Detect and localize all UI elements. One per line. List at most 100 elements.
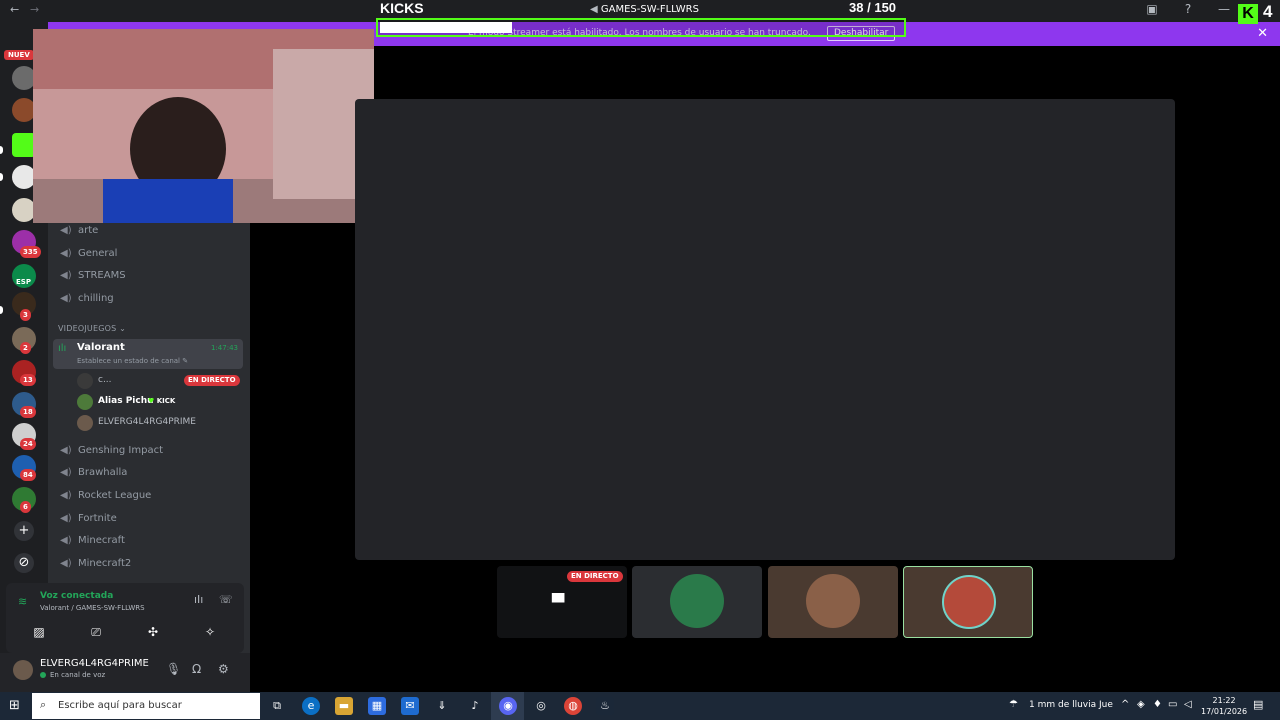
kicks-progress-fill xyxy=(380,22,512,33)
download-icon[interactable]: ⇓ xyxy=(433,697,451,715)
help-icon[interactable]: ? xyxy=(1180,2,1196,16)
voice-user[interactable]: c... EN DIRECTO xyxy=(77,372,242,390)
close-banner-icon[interactable]: ✕ xyxy=(1257,26,1268,41)
minimize-button[interactable]: — xyxy=(1216,2,1232,16)
task-view-icon[interactable]: ⧉ xyxy=(268,697,286,715)
disconnect-icon[interactable]: ☏ xyxy=(219,593,233,606)
voice-user[interactable]: ELVERG4L4RG4PRIME xyxy=(77,414,242,432)
kicks-label: KICKS xyxy=(380,0,424,16)
speaker-icon: ◀) xyxy=(60,225,72,236)
voice-channel[interactable]: ◀) STREAMS xyxy=(58,266,242,286)
voice-channel[interactable]: ◀) chilling xyxy=(58,289,242,309)
username: ELVERG4L4RG4PRIME xyxy=(40,658,149,669)
speaker-icon: ◀) xyxy=(60,270,72,281)
user-panel: ELVERG4L4RG4PRIME En canal de voz 🎙 Ω ⚙ xyxy=(0,653,250,692)
voice-channel[interactable]: ◀) Brawhalla xyxy=(58,463,242,483)
discord-icon[interactable]: ◉ xyxy=(499,697,517,715)
add-server-icon[interactable]: + xyxy=(14,521,34,541)
speaker-icon: ◀) xyxy=(60,535,72,546)
mic-tray-icon[interactable]: ♦ xyxy=(1153,699,1162,710)
windows-start-icon[interactable]: ⊞ xyxy=(9,698,20,713)
participant-tile-speaking[interactable] xyxy=(903,566,1033,638)
notification-icon[interactable]: ▤ xyxy=(1253,698,1263,711)
unread-badge: 13 xyxy=(20,374,36,386)
voice-channel[interactable]: ◀) General xyxy=(58,244,242,264)
signal-icon[interactable]: ≋ xyxy=(18,595,27,608)
monitor-icon: ▀ xyxy=(552,593,565,612)
live-badge: EN DIRECTO xyxy=(184,375,240,386)
mail-icon[interactable]: ✉ xyxy=(401,697,419,715)
soundboard-icon[interactable]: ✧ xyxy=(185,621,235,643)
activities-icon[interactable]: ✣ xyxy=(128,621,178,643)
webcam-feed xyxy=(33,29,374,223)
microphone-icon[interactable]: 🎙 xyxy=(166,662,181,676)
weather-text[interactable]: 1 mm de lluvia Jue xyxy=(1029,700,1113,710)
tray-app-icon[interactable]: ◈ xyxy=(1137,699,1145,710)
back-arrow-icon[interactable]: ← xyxy=(10,3,19,16)
camera-off-icon[interactable]: ▨ xyxy=(14,621,64,643)
weather-icon[interactable]: ☂ xyxy=(1009,699,1018,710)
taskbar-search[interactable]: ⌕ Escribe aquí para buscar xyxy=(32,693,260,719)
unread-badge: 3 xyxy=(20,309,31,321)
network-icon[interactable]: ▭ xyxy=(1168,699,1177,710)
forward-arrow-icon[interactable]: → xyxy=(30,3,39,16)
settings-gear-icon[interactable]: ⚙ xyxy=(218,662,229,676)
screen-share-tile[interactable]: EN DIRECTO ▀ xyxy=(497,566,627,638)
edge-icon[interactable]: e xyxy=(302,697,320,715)
voice-connected-panel: ≋ Voz conectada Valorant / GAMES-SW-FLLW… xyxy=(6,583,244,653)
category-header[interactable]: VIDEOJUEGOS ⌄ xyxy=(58,324,126,333)
active-channel-name: Valorant xyxy=(77,342,125,353)
steam-icon[interactable]: ♨ xyxy=(596,697,614,715)
file-explorer-icon[interactable]: ▬ xyxy=(335,697,353,715)
store-icon[interactable]: ▦ xyxy=(368,697,386,715)
unread-badge: 84 xyxy=(20,469,36,481)
voice-user-name: c... xyxy=(98,375,112,385)
voice-user[interactable]: Alias Pichu ♥ KICK xyxy=(77,393,242,411)
kick-tag: ♥ KICK xyxy=(148,397,176,405)
kicks-progress-bar xyxy=(376,18,906,37)
obs-icon[interactable]: ◎ xyxy=(532,697,550,715)
unread-badge: 24 xyxy=(20,438,36,450)
volume-icon[interactable]: ◁ xyxy=(1184,699,1192,710)
kick-logo: K xyxy=(1238,4,1258,24)
speaker-icon: ◀) xyxy=(60,558,72,569)
screen-share-icon[interactable]: ⎚ xyxy=(71,621,121,643)
voice-channel[interactable]: ◀) arte xyxy=(58,221,242,241)
avatar xyxy=(806,574,860,628)
main-stream-area[interactable] xyxy=(355,99,1175,560)
tiktok-icon[interactable]: ♪ xyxy=(466,697,484,715)
voice-channel[interactable]: ◀) Fortnite xyxy=(58,509,242,529)
voice-user-name: Alias Pichu xyxy=(98,396,154,406)
voice-connected-path[interactable]: Valorant / GAMES-SW-FLLWRS xyxy=(40,604,145,612)
avatar xyxy=(942,575,996,629)
kicks-current: 38 xyxy=(849,0,864,15)
channel-timer: 1:47:43 xyxy=(211,344,238,352)
clock[interactable]: 21:22 17/01/2026 xyxy=(1201,695,1247,717)
avatar[interactable] xyxy=(13,660,33,680)
participant-tile[interactable] xyxy=(632,566,762,638)
clock-time: 21:22 xyxy=(1212,696,1236,705)
active-voice-channel[interactable]: ılı Valorant Establece un estado de cana… xyxy=(53,339,243,369)
live-badge: EN DIRECTO xyxy=(567,571,623,582)
voice-channel[interactable]: ◀) Rocket League xyxy=(58,486,242,506)
unread-badge: 2 xyxy=(20,342,31,354)
headphones-icon[interactable]: Ω xyxy=(192,662,201,676)
avatar xyxy=(77,394,93,410)
kicks-channel: ◀ GAMES-SW-FLLWRS xyxy=(590,4,699,15)
speaker-icon: ◀) xyxy=(60,467,72,478)
avatar xyxy=(77,415,93,431)
inbox-icon[interactable]: ▣ xyxy=(1144,2,1160,16)
chrome-icon[interactable]: ◍ xyxy=(564,697,582,715)
participant-tile[interactable] xyxy=(768,566,898,638)
voice-channel[interactable]: ◀) Genshing Impact xyxy=(58,441,242,461)
unread-pill xyxy=(0,306,3,314)
search-icon: ⌕ xyxy=(40,698,47,711)
compass-icon[interactable]: ⊘ xyxy=(14,553,34,573)
speaker-icon: ◀ xyxy=(590,4,598,15)
tray-chevron-icon[interactable]: ^ xyxy=(1121,699,1129,710)
noise-suppression-icon[interactable]: ıIı xyxy=(194,593,203,606)
voice-channel[interactable]: ◀) Minecraft2 xyxy=(58,554,242,574)
speaker-icon: ◀) xyxy=(60,293,72,304)
voice-channel[interactable]: ◀) Minecraft xyxy=(58,531,242,551)
channel-status[interactable]: Establece un estado de canal ✎ xyxy=(77,357,188,365)
